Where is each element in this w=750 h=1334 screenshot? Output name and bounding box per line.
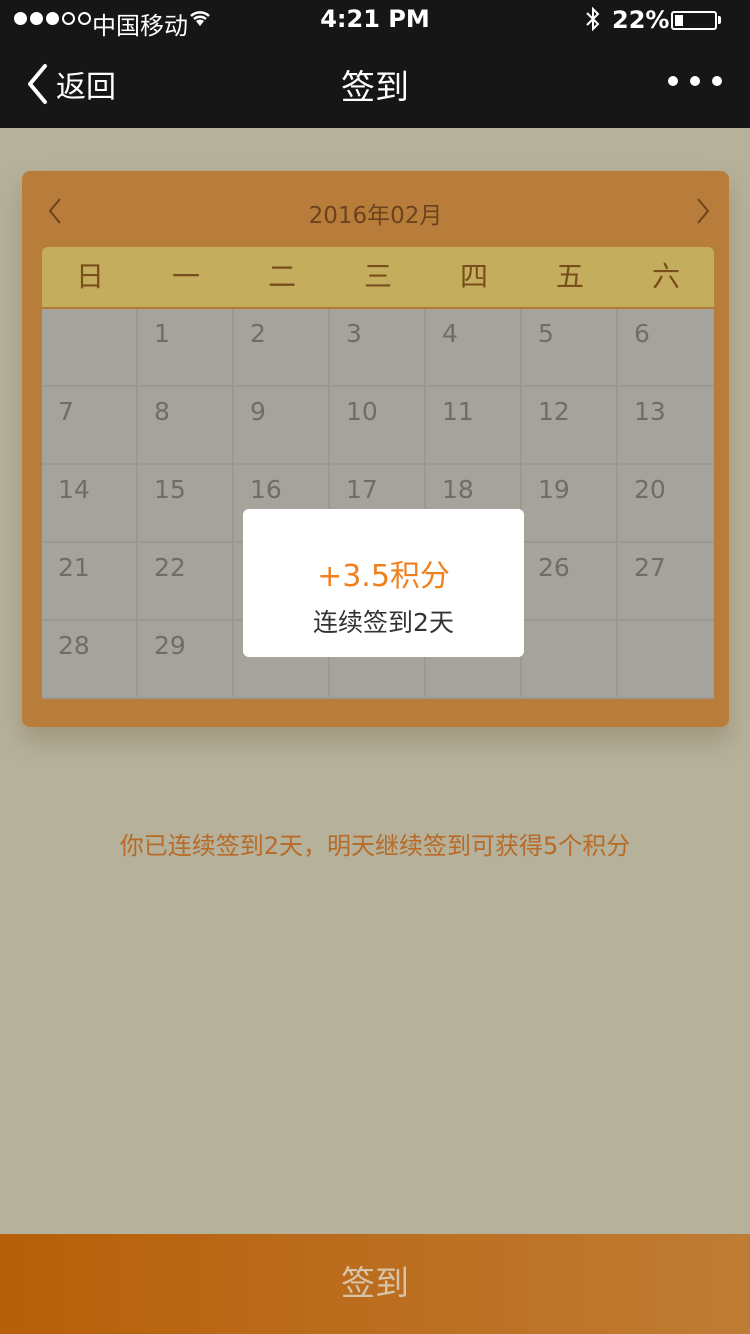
top-bar: 中国移动 4:21 PM 22% 返回 签到 bbox=[0, 0, 750, 128]
day-number: 5 bbox=[538, 319, 554, 348]
calendar-day-cell[interactable]: 27 bbox=[618, 543, 714, 621]
day-number: 10 bbox=[346, 397, 378, 426]
day-number: 4 bbox=[442, 319, 458, 348]
calendar-day-cell[interactable]: 6 bbox=[618, 309, 714, 387]
day-number: 29 bbox=[154, 631, 186, 660]
calendar-day-cell bbox=[618, 621, 714, 699]
calendar-day-cell[interactable]: 11 bbox=[426, 387, 522, 465]
day-number: 8 bbox=[154, 397, 170, 426]
toast-points: +3.5积分 bbox=[317, 559, 450, 594]
day-number: 16 bbox=[250, 475, 282, 504]
day-number: 22 bbox=[154, 553, 186, 582]
day-number: 2 bbox=[250, 319, 266, 348]
more-icon[interactable] bbox=[668, 76, 722, 86]
weekday-label: 二 bbox=[267, 260, 296, 293]
calendar-day-cell[interactable]: 20 bbox=[618, 465, 714, 543]
more-dot bbox=[712, 76, 722, 86]
day-number: 11 bbox=[442, 397, 474, 426]
more-dot bbox=[668, 76, 678, 86]
day-number: 20 bbox=[634, 475, 666, 504]
calendar-day-cell[interactable]: 2 bbox=[234, 309, 330, 387]
weekday-label: 六 bbox=[651, 260, 680, 293]
day-number: 13 bbox=[634, 397, 666, 426]
calendar-day-cell[interactable]: 1 bbox=[138, 309, 234, 387]
day-number: 28 bbox=[58, 631, 90, 660]
day-number: 12 bbox=[538, 397, 570, 426]
calendar-day-cell[interactable]: 7 bbox=[42, 387, 138, 465]
toast-streak: 连续签到2天 bbox=[313, 608, 454, 637]
weekday-label: 五 bbox=[555, 260, 584, 293]
calendar-day-cell[interactable]: 14 bbox=[42, 465, 138, 543]
battery-level bbox=[675, 15, 684, 26]
month-label: 2016年02月 bbox=[308, 203, 443, 229]
day-number: 19 bbox=[538, 475, 570, 504]
day-number: 14 bbox=[58, 475, 90, 504]
calendar-day-cell bbox=[522, 621, 618, 699]
sign-in-button[interactable]: 签到 bbox=[0, 1234, 750, 1334]
calendar-day-cell[interactable]: 9 bbox=[234, 387, 330, 465]
status-bar: 中国移动 4:21 PM 22% bbox=[0, 0, 750, 40]
streak-info-text: 你已连续签到2天，明天继续签到可获得5个积分 bbox=[119, 832, 631, 860]
day-number: 15 bbox=[154, 475, 186, 504]
day-number: 26 bbox=[538, 553, 570, 582]
calendar-day-cell[interactable]: 3 bbox=[330, 309, 426, 387]
chevron-right-icon bbox=[697, 198, 710, 224]
calendar-day-cell bbox=[42, 309, 138, 387]
next-month-button[interactable] bbox=[688, 191, 718, 231]
day-number: 1 bbox=[154, 319, 170, 348]
weekday-label: 一 bbox=[171, 260, 200, 293]
weekday-header: 日 一 二 三 四 五 六 bbox=[42, 247, 714, 309]
calendar-day-cell[interactable]: 13 bbox=[618, 387, 714, 465]
battery-percent: 22% bbox=[612, 6, 670, 34]
calendar-day-cell[interactable]: 21 bbox=[42, 543, 138, 621]
day-number: 18 bbox=[442, 475, 474, 504]
day-number: 17 bbox=[346, 475, 378, 504]
day-number: 21 bbox=[58, 553, 90, 582]
battery-tip bbox=[718, 16, 721, 24]
points-toast: +3.5积分 连续签到2天 bbox=[243, 509, 524, 657]
page-title: 签到 bbox=[341, 68, 409, 108]
calendar-day-cell[interactable]: 5 bbox=[522, 309, 618, 387]
calendar-day-cell[interactable]: 26 bbox=[522, 543, 618, 621]
day-number: 27 bbox=[634, 553, 666, 582]
calendar-day-cell[interactable]: 19 bbox=[522, 465, 618, 543]
calendar-day-cell[interactable]: 8 bbox=[138, 387, 234, 465]
weekday-label: 四 bbox=[459, 260, 488, 293]
weekday-label: 日 bbox=[75, 260, 104, 293]
day-number: 3 bbox=[346, 319, 362, 348]
calendar-day-cell[interactable]: 4 bbox=[426, 309, 522, 387]
battery-icon bbox=[671, 11, 717, 30]
calendar-day-cell[interactable]: 15 bbox=[138, 465, 234, 543]
day-number: 9 bbox=[250, 397, 266, 426]
day-number: 7 bbox=[58, 397, 74, 426]
day-number: 6 bbox=[634, 319, 650, 348]
calendar-day-cell[interactable]: 22 bbox=[138, 543, 234, 621]
calendar-day-cell[interactable]: 10 bbox=[330, 387, 426, 465]
calendar-day-cell[interactable]: 28 bbox=[42, 621, 138, 699]
bluetooth-icon bbox=[585, 6, 601, 38]
more-dot bbox=[690, 76, 700, 86]
month-header: 2016年02月 bbox=[22, 191, 729, 231]
calendar-day-cell[interactable]: 29 bbox=[138, 621, 234, 699]
calendar-day-cell[interactable]: 12 bbox=[522, 387, 618, 465]
navigation-bar: 返回 签到 bbox=[0, 40, 750, 128]
weekday-label: 三 bbox=[363, 260, 392, 293]
